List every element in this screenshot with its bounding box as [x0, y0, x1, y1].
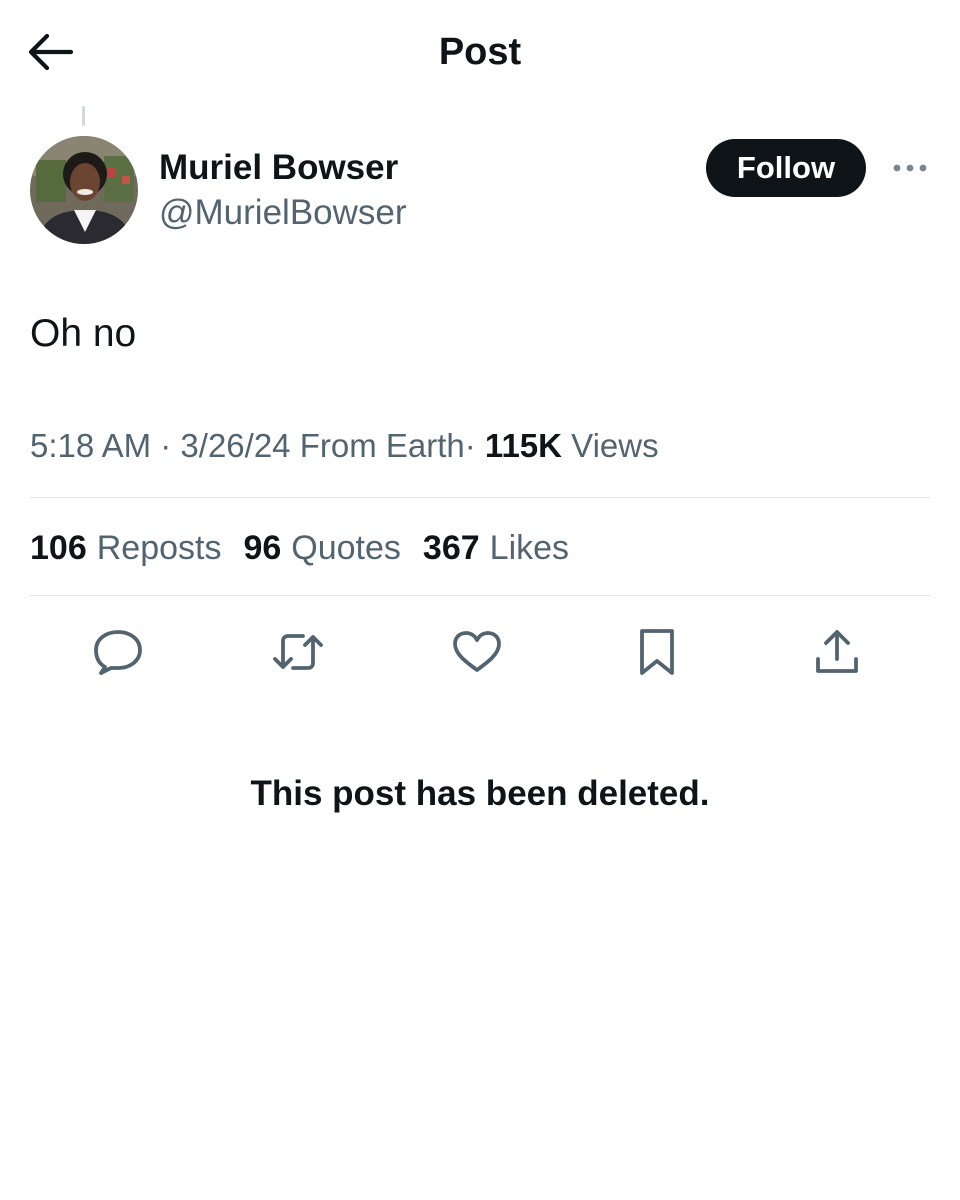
- engagement-stats: 106 Reposts 96 Quotes 367 Likes: [30, 526, 569, 570]
- meta-separator: ·: [464, 427, 476, 464]
- bookmark-button[interactable]: [627, 624, 687, 680]
- reposts-label: Reposts: [96, 529, 222, 567]
- follow-button[interactable]: Follow: [706, 139, 866, 197]
- post-date[interactable]: 3/26/24: [180, 427, 290, 464]
- more-horizontal-icon: [892, 163, 928, 173]
- author-display-name[interactable]: Muriel Bowser: [159, 146, 398, 190]
- quotes-label: Quotes: [291, 529, 401, 567]
- views-count: 115K: [484, 427, 562, 464]
- quotes-count: 96: [243, 529, 282, 567]
- reposts-count: 106: [30, 529, 87, 567]
- reply-button[interactable]: [88, 624, 148, 680]
- author-handle[interactable]: @MurielBowser: [159, 191, 407, 235]
- likes-count: 367: [422, 529, 480, 567]
- likes-stat[interactable]: 367 Likes: [423, 526, 569, 570]
- views-label: Views: [571, 427, 659, 464]
- post-time[interactable]: 5:18 AM: [30, 427, 151, 464]
- more-options-button[interactable]: [888, 150, 932, 186]
- divider: [30, 497, 930, 498]
- share-icon: [814, 629, 860, 675]
- meta-separator: ·: [160, 427, 172, 464]
- page-title: Post: [438, 31, 522, 73]
- like-icon: [452, 630, 502, 674]
- likes-label: Likes: [489, 529, 570, 567]
- post-text: Oh no: [30, 312, 137, 355]
- deleted-post-notice: This post has been deleted.: [250, 774, 710, 813]
- quotes-stat[interactable]: 96 Quotes: [243, 526, 400, 570]
- top-bar: Post: [0, 0, 960, 100]
- repost-icon: [271, 631, 325, 673]
- reposts-stat[interactable]: 106 Reposts: [30, 526, 221, 570]
- post-source: From Earth: [299, 427, 465, 464]
- post-metadata: 5:18 AM · 3/26/24 From Earth· 115K Views: [30, 424, 659, 468]
- divider: [30, 595, 930, 596]
- repost-button[interactable]: [268, 624, 328, 680]
- share-button[interactable]: [807, 624, 867, 680]
- like-button[interactable]: [447, 624, 507, 680]
- bookmark-icon: [637, 627, 677, 677]
- reply-icon: [93, 629, 143, 675]
- avatar[interactable]: [30, 136, 138, 244]
- thread-connector: [82, 106, 85, 126]
